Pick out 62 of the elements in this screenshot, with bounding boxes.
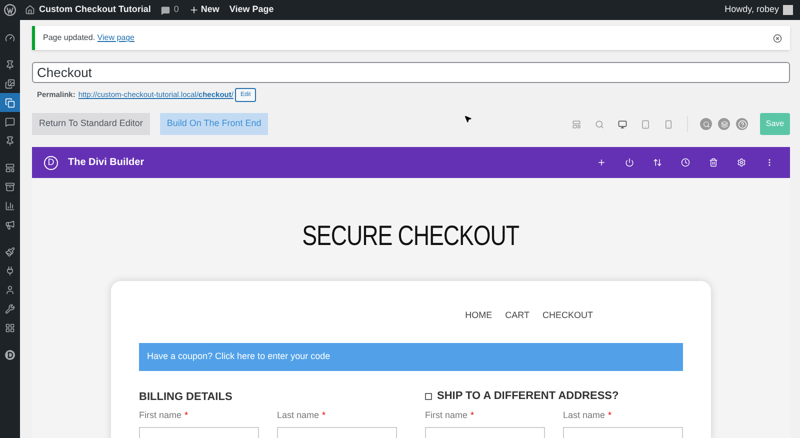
home-icon[interactable] <box>25 5 35 15</box>
field-label: First name <box>425 408 468 420</box>
shipping-title: SHIP TO A DIFFERENT ADDRESS? <box>437 389 619 404</box>
plus-icon[interactable] <box>188 5 199 15</box>
archive-icon <box>5 182 15 192</box>
paintbrush-icon <box>5 246 15 256</box>
text-input[interactable] <box>277 426 397 438</box>
nav-link[interactable]: CHECKOUT <box>542 309 593 322</box>
notice-text: Page updated. View page <box>43 32 134 44</box>
pin-icon <box>5 60 15 70</box>
required-mark: * <box>322 408 326 420</box>
add-icon[interactable] <box>597 158 606 167</box>
required-mark: * <box>470 408 474 420</box>
grid-icon <box>5 322 15 332</box>
media-icon <box>5 78 15 88</box>
mouse-cursor-icon <box>464 115 472 123</box>
title-field[interactable]: Checkout <box>32 62 790 83</box>
sidebar-item[interactable] <box>0 93 20 112</box>
sort-icon[interactable] <box>653 158 662 167</box>
text-input[interactable] <box>139 426 259 438</box>
megaphone-icon <box>5 220 15 230</box>
trash-icon[interactable] <box>709 158 718 167</box>
dismiss-icon[interactable] <box>773 34 782 42</box>
builder-title: The Divi Builder <box>68 156 144 170</box>
plug-icon <box>5 266 15 276</box>
dashboard-icon <box>5 32 15 42</box>
required-mark: * <box>184 408 188 420</box>
text-input[interactable] <box>563 426 683 438</box>
letter-circle-icon <box>5 350 15 360</box>
field-label: First name <box>139 408 182 420</box>
text-input[interactable] <box>425 426 545 438</box>
settings-icon[interactable] <box>737 158 746 167</box>
field-label: Last name <box>277 408 320 420</box>
standard-editor-button[interactable]: Return To Standard Editor <box>32 113 150 135</box>
site-title-link[interactable]: Custom Checkout Tutorial <box>39 3 151 17</box>
comment-icon <box>5 116 15 126</box>
wordpress-logo-icon[interactable] <box>4 4 16 16</box>
greeting-link[interactable]: Howdy, robey <box>724 3 779 17</box>
wrench-icon <box>5 304 15 314</box>
layers-icon[interactable] <box>718 118 730 130</box>
pages-icon <box>5 98 15 108</box>
view-page-link[interactable]: View Page <box>229 3 274 17</box>
desktop-icon[interactable] <box>618 120 627 128</box>
ship-checkbox[interactable] <box>425 393 432 400</box>
divi-logo: D <box>44 156 58 170</box>
view-page-link[interactable]: View page <box>97 33 134 42</box>
power-icon[interactable] <box>625 158 634 167</box>
layout-icon <box>5 162 15 172</box>
nav-link[interactable]: CART <box>505 309 530 322</box>
page-heading: SECURE CHECKOUT <box>302 220 520 252</box>
nav-link[interactable]: HOME <box>465 309 492 322</box>
comment-icon[interactable] <box>160 6 170 14</box>
required-mark: * <box>608 408 612 420</box>
pin-icon <box>5 136 15 146</box>
bar-chart-icon <box>5 200 15 210</box>
new-link[interactable]: New <box>200 3 220 17</box>
billing-title: BILLING DETAILS <box>139 390 234 404</box>
help-icon[interactable] <box>736 118 748 130</box>
comment-count[interactable]: 0 <box>174 3 179 17</box>
field-label: Last name <box>563 408 606 420</box>
history-icon[interactable] <box>681 158 690 167</box>
user-icon <box>5 284 15 294</box>
